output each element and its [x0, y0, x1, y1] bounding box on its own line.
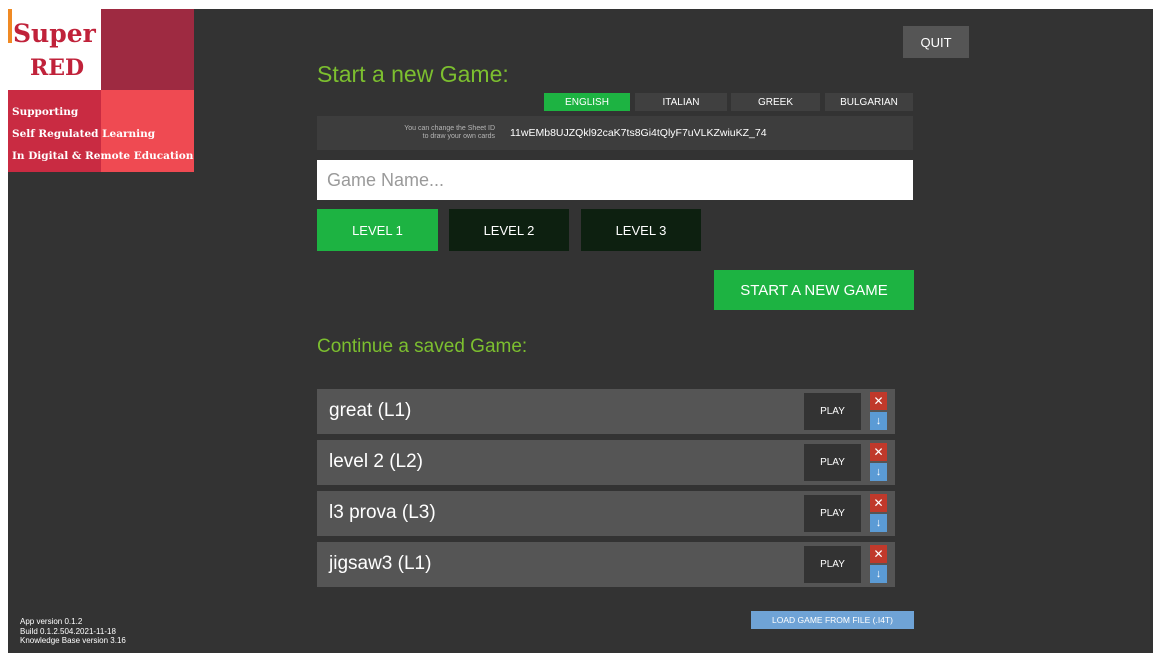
download-icon[interactable]: ↓ — [870, 565, 887, 583]
sheet-id-help-line2: to draw your own cards — [422, 133, 495, 140]
download-icon[interactable]: ↓ — [870, 514, 887, 532]
play-button[interactable]: PLAY — [804, 546, 861, 583]
logo-tagline-3: In Digital & Remote Education — [12, 150, 194, 162]
download-icon[interactable]: ↓ — [870, 463, 887, 481]
saved-game-name: l3 prova (L3) — [329, 502, 436, 523]
saved-game-row: level 2 (L2) PLAY ✕ ↓ — [317, 440, 895, 485]
play-button[interactable]: PLAY — [804, 393, 861, 430]
delete-icon[interactable]: ✕ — [870, 392, 887, 410]
play-button[interactable]: PLAY — [804, 444, 861, 481]
saved-game-row: l3 prova (L3) PLAY ✕ ↓ — [317, 491, 895, 536]
delete-icon[interactable]: ✕ — [870, 494, 887, 512]
saved-game-name: jigsaw3 (L1) — [329, 553, 432, 574]
play-button[interactable]: PLAY — [804, 495, 861, 532]
logo-title-super: Super — [13, 19, 96, 48]
quit-button[interactable]: QUIT — [903, 26, 969, 58]
download-icon[interactable]: ↓ — [870, 412, 887, 430]
logo-quadrant-dark-red — [101, 9, 194, 90]
language-bulgarian-button[interactable]: BULGARIAN — [825, 93, 913, 111]
app-window: Super RED Supporting Self Regulated Lear… — [8, 9, 1153, 653]
version-info: App version 0.1.2 Build 0.1.2.504.2021-1… — [20, 617, 126, 646]
logo-tagline-2: Self Regulated Learning — [12, 128, 156, 140]
sheet-id-help: You can change the Sheet ID to draw your… — [317, 125, 495, 141]
new-game-title: Start a new Game: — [317, 61, 509, 87]
app-version: App version 0.1.2 — [20, 617, 83, 626]
delete-icon[interactable]: ✕ — [870, 443, 887, 461]
kb-version: Knowledge Base version 3.16 — [20, 636, 126, 645]
sheet-id-field[interactable]: 11wEMb8UJZQkl92caK7ts8Gi4tQlyF7uVLKZwiuK… — [510, 127, 767, 139]
language-italian-button[interactable]: ITALIAN — [635, 93, 727, 111]
language-english-button[interactable]: ENGLISH — [544, 93, 630, 111]
level-2-button[interactable]: LEVEL 2 — [449, 209, 569, 251]
saved-game-row: jigsaw3 (L1) PLAY ✕ ↓ — [317, 542, 895, 587]
load-game-from-file-button[interactable]: LOAD GAME FROM FILE (.I4T) — [751, 611, 914, 629]
saved-game-name: level 2 (L2) — [329, 451, 423, 472]
continue-game-title: Continue a saved Game: — [317, 336, 528, 357]
start-new-game-button[interactable]: START A NEW GAME — [714, 270, 914, 310]
logo-title-red: RED — [30, 55, 85, 81]
language-greek-button[interactable]: GREEK — [731, 93, 820, 111]
superred-logo: Super RED Supporting Self Regulated Lear… — [8, 9, 194, 172]
build-version: Build 0.1.2.504.2021-11-18 — [20, 626, 116, 636]
level-1-button[interactable]: LEVEL 1 — [317, 209, 438, 251]
logo-tagline-1: Supporting — [12, 106, 79, 118]
saved-game-name: great (L1) — [329, 400, 412, 421]
logo-orange-accent — [8, 9, 12, 43]
sheet-id-panel: You can change the Sheet ID to draw your… — [317, 116, 913, 150]
level-3-button[interactable]: LEVEL 3 — [581, 209, 701, 251]
game-name-input[interactable] — [317, 160, 913, 200]
saved-game-row: great (L1) PLAY ✕ ↓ — [317, 389, 895, 434]
sheet-id-help-line1: You can change the Sheet ID — [404, 125, 495, 132]
delete-icon[interactable]: ✕ — [870, 545, 887, 563]
